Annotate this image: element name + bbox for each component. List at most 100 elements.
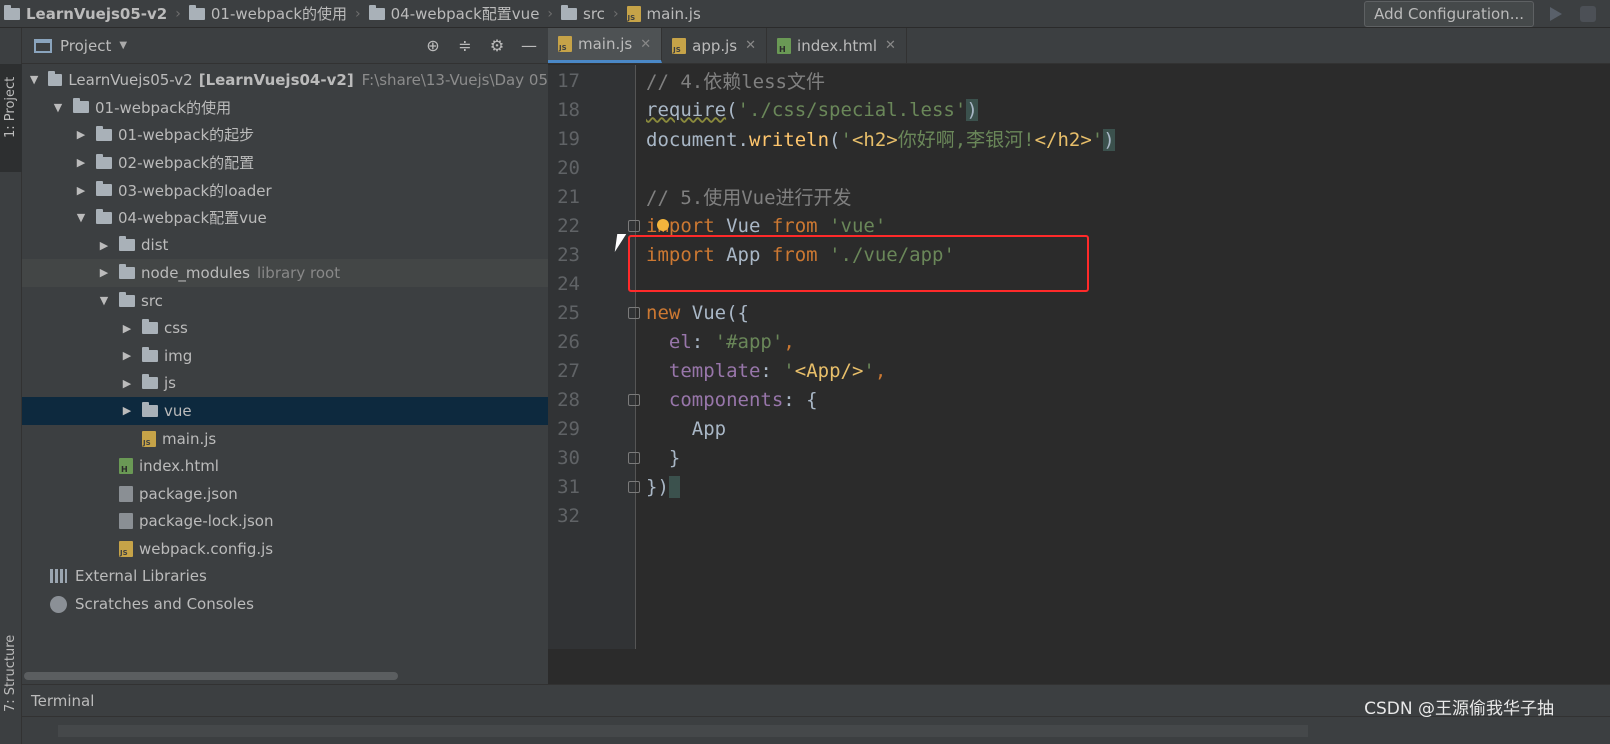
line-number: 30: [557, 446, 580, 469]
breadcrumb-item[interactable]: src: [555, 0, 611, 28]
run-icon[interactable]: [1550, 7, 1562, 21]
chevron-right-icon[interactable]: ▶: [120, 322, 134, 335]
tree-item[interactable]: ▼ src: [22, 287, 548, 315]
tree-item[interactable]: ▶ css: [22, 314, 548, 342]
breadcrumb-separator-icon: ›: [175, 5, 181, 22]
fold-marker-icon[interactable]: [628, 480, 640, 493]
code-token: 'vue': [829, 214, 887, 237]
tree-item-label: External Libraries: [75, 567, 207, 586]
left-tool-strip: 1: Project 7: Structure: [0, 28, 22, 744]
chevron-right-icon[interactable]: ▶: [74, 128, 88, 141]
watermark-text: CSDN @王源偷我华子抽: [1364, 699, 1554, 719]
gear-icon[interactable]: ⚙: [488, 37, 506, 55]
close-icon[interactable]: ✕: [640, 37, 651, 52]
code-text: components: {: [646, 389, 818, 411]
folder-icon: [119, 236, 135, 252]
tree-item[interactable]: ▶webpack.config.js: [22, 535, 548, 563]
breadcrumb-item[interactable]: LearnVuejs05-v2: [0, 0, 173, 28]
breadcrumb-label: 04-webpack配置vue: [390, 5, 540, 23]
tree-item-label: 01-webpack的使用: [95, 98, 232, 117]
chevron-down-icon[interactable]: ▼: [51, 101, 65, 114]
chevron-right-icon[interactable]: ▶: [97, 239, 111, 252]
line-number: 32: [557, 504, 580, 527]
breadcrumb-item[interactable]: 01-webpack的使用: [183, 0, 353, 28]
line-number: 27: [557, 359, 580, 382]
chevron-down-icon[interactable]: ▼: [97, 294, 111, 307]
line-number: 19: [557, 127, 580, 150]
tree-item-label: img: [164, 346, 193, 365]
structure-tool-label[interactable]: 7: Structure: [3, 635, 18, 712]
tree-item[interactable]: ▶ 01-webpack的起步: [22, 121, 548, 149]
line-number: 24: [557, 272, 580, 295]
scrollbar-thumb[interactable]: [24, 672, 398, 680]
tree-item[interactable]: ▶index.html: [22, 452, 548, 480]
chevron-right-icon[interactable]: ▶: [74, 156, 88, 169]
breadcrumb-item[interactable]: 04-webpack配置vue: [363, 0, 546, 28]
project-tree: ▼ LearnVuejs05-v2 [LearnVuejs04-v2] F:\shar…: [22, 66, 548, 618]
close-icon[interactable]: ✕: [745, 38, 756, 53]
locate-icon[interactable]: ⊕: [424, 37, 442, 55]
project-panel: Project ▼ ⊕ ≑ ⚙ — ▼ LearnVuejs05-v2 [Learn…: [22, 28, 548, 684]
code-line: 31}): [548, 472, 1610, 501]
code-line: 27 template: '<App/>',: [548, 356, 1610, 385]
tab-app-js[interactable]: app.js ✕: [662, 28, 768, 63]
code-token: new: [646, 301, 681, 324]
line-number: 31: [557, 475, 580, 498]
tree-item-module-name: [LearnVuejs04-v2]: [198, 70, 354, 89]
folder-icon: [73, 98, 89, 114]
project-tool-button[interactable]: 1: Project: [0, 64, 22, 172]
chevron-down-icon[interactable]: ▼: [119, 40, 127, 51]
breadcrumb-item[interactable]: main.js: [621, 0, 707, 28]
tab-main-js[interactable]: main.js ✕: [548, 28, 663, 63]
tree-item[interactable]: ▶Scratches and Consoles: [22, 590, 548, 618]
code-token: }: [646, 446, 681, 469]
tree-item[interactable]: ▶External Libraries: [22, 563, 548, 591]
tree-item[interactable]: ▶package.json: [22, 480, 548, 508]
tree-item[interactable]: ▼ 01-webpack的使用: [22, 94, 548, 122]
hide-icon[interactable]: —: [520, 37, 538, 55]
fold-marker-icon[interactable]: [628, 451, 640, 464]
breadcrumb-label: LearnVuejs05-v2: [26, 4, 168, 23]
html-file-icon: [119, 458, 133, 475]
fold-marker-icon[interactable]: [628, 219, 640, 232]
breadcrumb-label: main.js: [646, 4, 701, 23]
code-token: el: [668, 330, 692, 353]
tree-item[interactable]: ▶ vue: [22, 397, 548, 425]
tree-item[interactable]: ▶ img: [22, 342, 548, 370]
folder-icon: [142, 401, 158, 417]
code-line: 32: [548, 501, 1610, 530]
close-icon[interactable]: ✕: [885, 38, 896, 53]
editor-empty-area: [548, 649, 1610, 684]
add-configuration-button[interactable]: Add Configuration...: [1364, 1, 1534, 27]
code-text: import Vue from 'vue': [646, 215, 886, 237]
chevron-right-icon[interactable]: ▶: [120, 377, 134, 390]
code-line: 19 document.writeln('<h2>你好啊,李银河!</h2>'): [548, 124, 1610, 153]
tree-item[interactable]: ▶ 02-webpack的配置: [22, 149, 548, 177]
chevron-down-icon[interactable]: ▼: [74, 211, 88, 224]
chevron-right-icon[interactable]: ▶: [120, 404, 134, 417]
tree-item[interactable]: ▶ 03-webpack的loader: [22, 176, 548, 204]
tree-item[interactable]: ▼ LearnVuejs05-v2 [LearnVuejs04-v2] F:\shar…: [22, 66, 548, 94]
tree-item[interactable]: ▶main.js: [22, 425, 548, 453]
tab-index-html[interactable]: index.html ✕: [767, 28, 907, 63]
tree-item-label: package-lock.json: [139, 512, 274, 531]
debug-icon[interactable]: [1580, 6, 1596, 22]
chevron-right-icon[interactable]: ▶: [74, 184, 88, 197]
horizontal-scrollbar[interactable]: [22, 670, 548, 682]
tree-item-path: F:\share\13-Vuejs\Day 05: [361, 70, 548, 89]
tree-item[interactable]: ▶package-lock.json: [22, 508, 548, 536]
tree-item[interactable]: ▶ node_modules library root: [22, 259, 548, 287]
collapse-all-icon[interactable]: ≑: [456, 37, 474, 55]
chevron-down-icon[interactable]: ▼: [28, 73, 40, 86]
code-text: App: [646, 418, 726, 440]
tree-item[interactable]: ▶ dist: [22, 232, 548, 260]
fold-marker-icon[interactable]: [628, 393, 640, 406]
tree-item[interactable]: ▶ js: [22, 370, 548, 398]
project-view-selector[interactable]: Project: [60, 37, 111, 55]
js-file-icon: [672, 37, 687, 54]
chevron-right-icon[interactable]: ▶: [120, 349, 134, 362]
chevron-right-icon[interactable]: ▶: [97, 266, 111, 279]
code-token: ): [1103, 129, 1115, 151]
tree-item[interactable]: ▼ 04-webpack配置vue: [22, 204, 548, 232]
fold-marker-icon[interactable]: [628, 306, 640, 319]
